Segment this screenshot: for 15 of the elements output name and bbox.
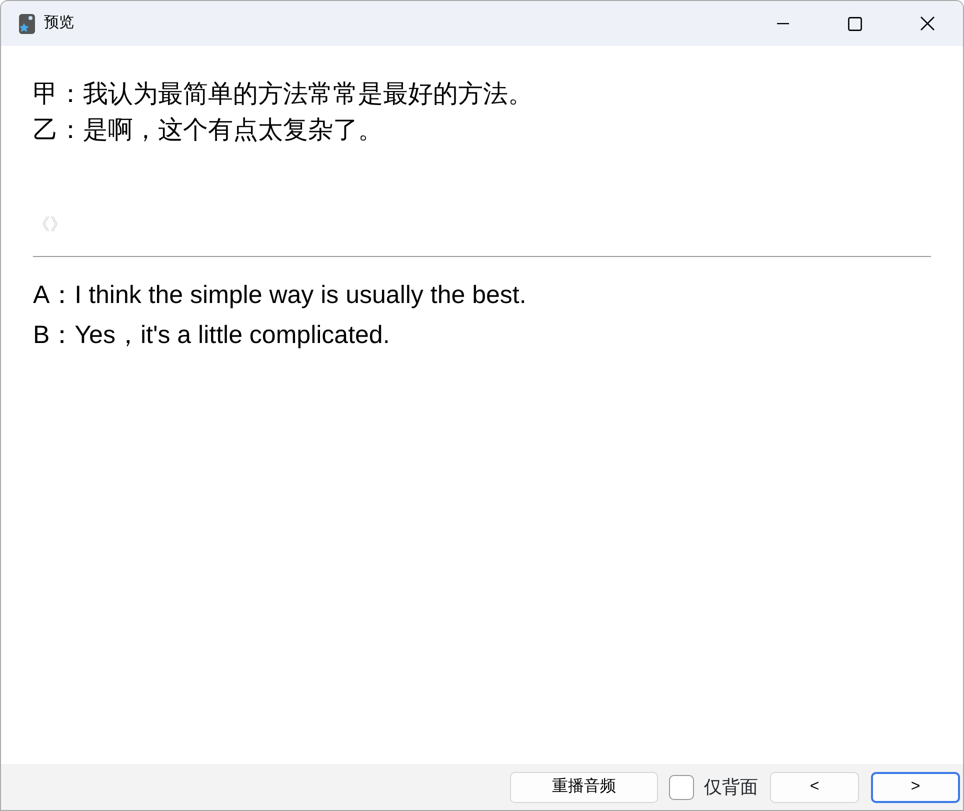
back-only-checkbox[interactable] [669,774,694,800]
maximize-icon [848,16,862,30]
back-text-line: B：Yes，it's a little complicated. [33,320,391,351]
checkbox-label: 仅背面 [704,776,758,798]
replay-audio-button[interactable]: 重播音频 [510,772,658,802]
app-icon [18,12,36,34]
next-button[interactable]: > [871,772,960,802]
front-text-line: 乙：是啊，这个有点太复杂了。 [33,115,384,146]
back-text-line: A：I think the simple way is usually the best. [33,280,528,311]
front-text-line: 甲：我认为最简单的方法常常是最好的方法。 [33,79,534,110]
close-icon [920,16,934,31]
previous-button[interactable]: < [770,772,859,802]
separator-marker: 《》 [33,214,67,236]
minimize-icon [777,22,789,24]
window-title: 预览 [44,13,74,34]
